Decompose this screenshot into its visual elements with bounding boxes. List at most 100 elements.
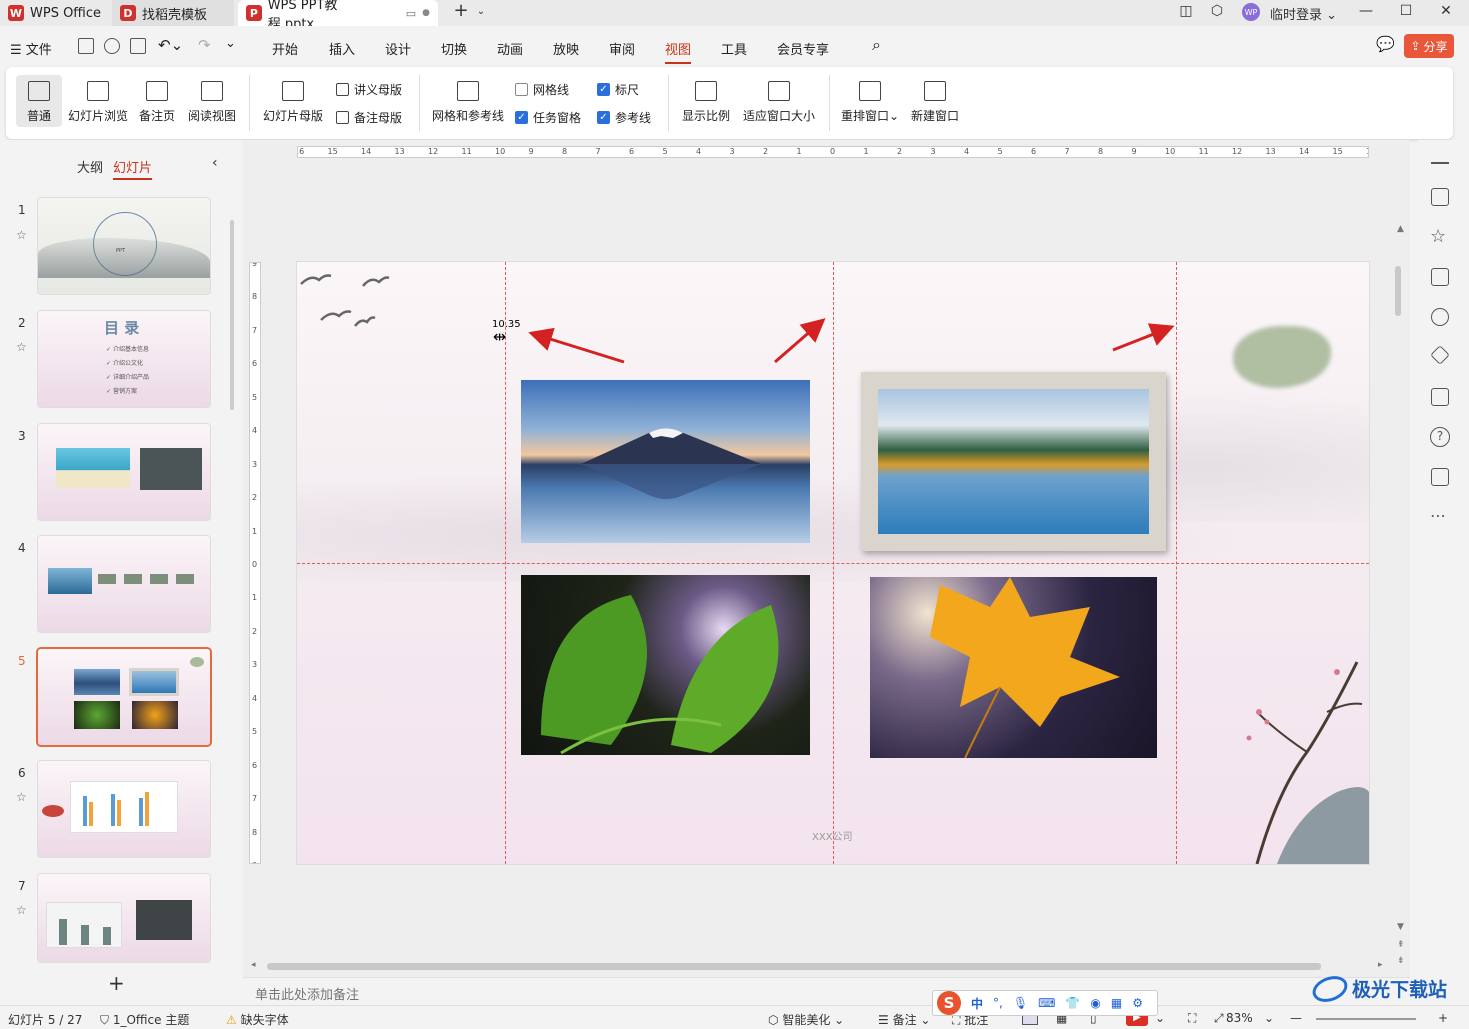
- vertical-ruler[interactable]: 9 8 7 6 5 4 3 2 1 0 1 2 3 4 5 6 7 8 9: [249, 262, 261, 864]
- tab-ppt-document[interactable]: P WPS PPT教程.pptx ▭ ●: [238, 0, 438, 32]
- notes-toggle-button[interactable]: ☰ 备注 ⌄: [878, 1011, 930, 1028]
- slide-thumbnail-6[interactable]: [38, 761, 210, 857]
- zoom-slider[interactable]: [1316, 1018, 1416, 1020]
- zoom-dropdown-icon[interactable]: ⌄: [1264, 1011, 1274, 1025]
- menu-animation[interactable]: 动画: [497, 39, 523, 58]
- undo-icon[interactable]: ↶⌄: [158, 36, 183, 54]
- menu-transition[interactable]: 切换: [441, 39, 467, 58]
- prev-slide-icon[interactable]: ⇞: [1397, 940, 1405, 950]
- zoom-button[interactable]: 显示比例: [678, 81, 734, 124]
- help-icon[interactable]: ?: [1430, 427, 1450, 447]
- handout-master-button[interactable]: 讲义母版: [336, 81, 402, 98]
- theme-button[interactable]: ⛉ 1_Office 主题: [100, 1011, 189, 1028]
- tab-wps-office[interactable]: W WPS Office: [0, 0, 110, 26]
- horizontal-guide[interactable]: [297, 563, 1369, 564]
- tools-icon[interactable]: [1430, 345, 1450, 365]
- horizontal-scrollbar-thumb[interactable]: [267, 963, 1321, 970]
- slide-thumbnail-2[interactable]: 目 录 ✓ 介绍基本信息 ✓ 介绍公文化 ✓ 详细介绍产品 ✓ 营销方案: [38, 311, 210, 407]
- star-icon[interactable]: ☆: [1430, 226, 1446, 247]
- star-icon[interactable]: ☆: [16, 903, 27, 917]
- zoom-level[interactable]: 83%: [1226, 1011, 1253, 1025]
- copy-icon[interactable]: [1431, 268, 1449, 286]
- game-icon[interactable]: ◉: [1090, 996, 1100, 1010]
- more-quick-icon[interactable]: ⌄: [225, 36, 236, 51]
- green-leaf-photo[interactable]: [521, 575, 810, 755]
- shirt-icon[interactable]: [1431, 468, 1449, 486]
- save-icon[interactable]: [78, 38, 94, 54]
- notes-page-button[interactable]: 备注页: [134, 81, 180, 124]
- menu-tools[interactable]: 工具: [721, 39, 747, 58]
- grid-guides-button[interactable]: 网格和参考线: [428, 81, 508, 124]
- ime-chinese-mode[interactable]: 中: [971, 995, 983, 1012]
- scroll-down-icon[interactable]: ▼: [1397, 922, 1404, 932]
- comment-icon[interactable]: 💬: [1376, 35, 1395, 53]
- scroll-right-icon[interactable]: ▸: [1378, 960, 1383, 970]
- menu-member[interactable]: 会员专享: [777, 39, 829, 58]
- brush-icon[interactable]: [1431, 308, 1449, 326]
- maximize-icon[interactable]: ☐: [1395, 3, 1417, 19]
- apps-icon[interactable]: ▦: [1111, 996, 1122, 1010]
- minimize-icon[interactable]: —: [1355, 3, 1377, 19]
- reading-view-button[interactable]: 阅读视图: [184, 81, 240, 124]
- keyboard-icon[interactable]: ⌨: [1038, 996, 1055, 1010]
- ruler-checkbox[interactable]: ✓ 标尺: [597, 81, 639, 98]
- new-window-button[interactable]: 新建窗口: [906, 81, 964, 124]
- print-icon[interactable]: [104, 38, 120, 54]
- redo-icon[interactable]: ↷: [198, 36, 211, 54]
- ime-settings-icon[interactable]: ⚙: [1132, 996, 1143, 1010]
- arrange-windows-button[interactable]: 重排窗口⌄: [839, 81, 901, 124]
- collapse-panel-icon[interactable]: ‹: [212, 155, 218, 171]
- horizontal-ruler[interactable]: 1615141312111098765432101234567891011121…: [297, 146, 1369, 158]
- menu-view[interactable]: 视图: [665, 39, 692, 64]
- share-button[interactable]: ⇪ 分享: [1404, 34, 1454, 58]
- ime-punctuation-icon[interactable]: °,: [993, 996, 1003, 1010]
- scroll-left-icon[interactable]: ◂: [251, 960, 256, 970]
- close-icon[interactable]: ✕: [1435, 3, 1457, 19]
- fit-window-button[interactable]: 适应窗口大小: [739, 81, 819, 124]
- skin-icon[interactable]: 👕: [1065, 996, 1080, 1010]
- slide-thumbnail-7[interactable]: [38, 874, 210, 962]
- slide-master-button[interactable]: 幻灯片母版: [260, 81, 326, 124]
- slide-sorter-button[interactable]: 幻灯片浏览: [66, 81, 130, 124]
- microphone-icon[interactable]: 🎙: [1013, 996, 1028, 1010]
- search-icon[interactable]: ⌕: [872, 35, 881, 55]
- scroll-up-icon[interactable]: ▲: [1397, 224, 1404, 234]
- menu-review[interactable]: 审阅: [609, 39, 635, 58]
- maple-leaf-photo[interactable]: [870, 577, 1157, 758]
- star-icon[interactable]: ☆: [16, 340, 27, 354]
- fullscreen-icon[interactable]: ⤢: [1214, 1011, 1224, 1026]
- menu-start[interactable]: 开始: [272, 39, 298, 58]
- login-button[interactable]: 临时登录 ⌄: [1270, 4, 1337, 23]
- zoom-out-icon[interactable]: —: [1290, 1011, 1302, 1025]
- monitor-icon[interactable]: ▭: [406, 7, 416, 20]
- cube-icon[interactable]: ⬡: [1206, 3, 1228, 19]
- current-slide[interactable]: 10.35 ⇹ XXX公司: [297, 262, 1369, 864]
- missing-font-button[interactable]: ⚠ 缺失字体: [226, 1011, 289, 1028]
- tab-template[interactable]: D 找稻壳模板: [112, 0, 234, 26]
- new-tab-icon[interactable]: +: [450, 0, 472, 21]
- notes-master-button[interactable]: 备注母版: [336, 109, 402, 126]
- notes-pane[interactable]: 单击此处添加备注: [243, 977, 1410, 1005]
- star-icon[interactable]: ☆: [16, 228, 27, 242]
- file-menu[interactable]: ☰ 文件: [10, 39, 52, 58]
- outline-tab[interactable]: 大纲: [77, 157, 103, 176]
- framed-lake-photo[interactable]: [861, 372, 1166, 551]
- guides-checkbox[interactable]: ✓ 参考线: [597, 109, 651, 126]
- star-icon[interactable]: ☆: [16, 790, 27, 804]
- slide-thumbnail-4[interactable]: [38, 536, 210, 632]
- slides-tab[interactable]: 幻灯片: [113, 157, 153, 180]
- settings-sliders-icon[interactable]: [1431, 188, 1449, 206]
- add-slide-icon[interactable]: +: [108, 971, 125, 995]
- menu-design[interactable]: 设计: [385, 39, 411, 58]
- print-preview-icon[interactable]: [130, 38, 146, 54]
- mount-fuji-photo[interactable]: [521, 380, 810, 543]
- fit-window-status-icon[interactable]: ⛶: [1188, 1011, 1196, 1026]
- more-icon[interactable]: ⋯: [1430, 506, 1446, 525]
- menu-slideshow[interactable]: 放映: [553, 39, 579, 58]
- zoom-in-icon[interactable]: +: [1438, 1011, 1448, 1025]
- ime-toolbar[interactable]: S 中 °, 🎙 ⌨ 👕 ◉ ▦ ⚙: [932, 990, 1158, 1016]
- normal-view-button[interactable]: 普通: [16, 75, 62, 127]
- avatar[interactable]: WP: [1242, 3, 1260, 21]
- collapse-icon[interactable]: [1431, 162, 1449, 164]
- slide-footer[interactable]: XXX公司: [812, 828, 853, 843]
